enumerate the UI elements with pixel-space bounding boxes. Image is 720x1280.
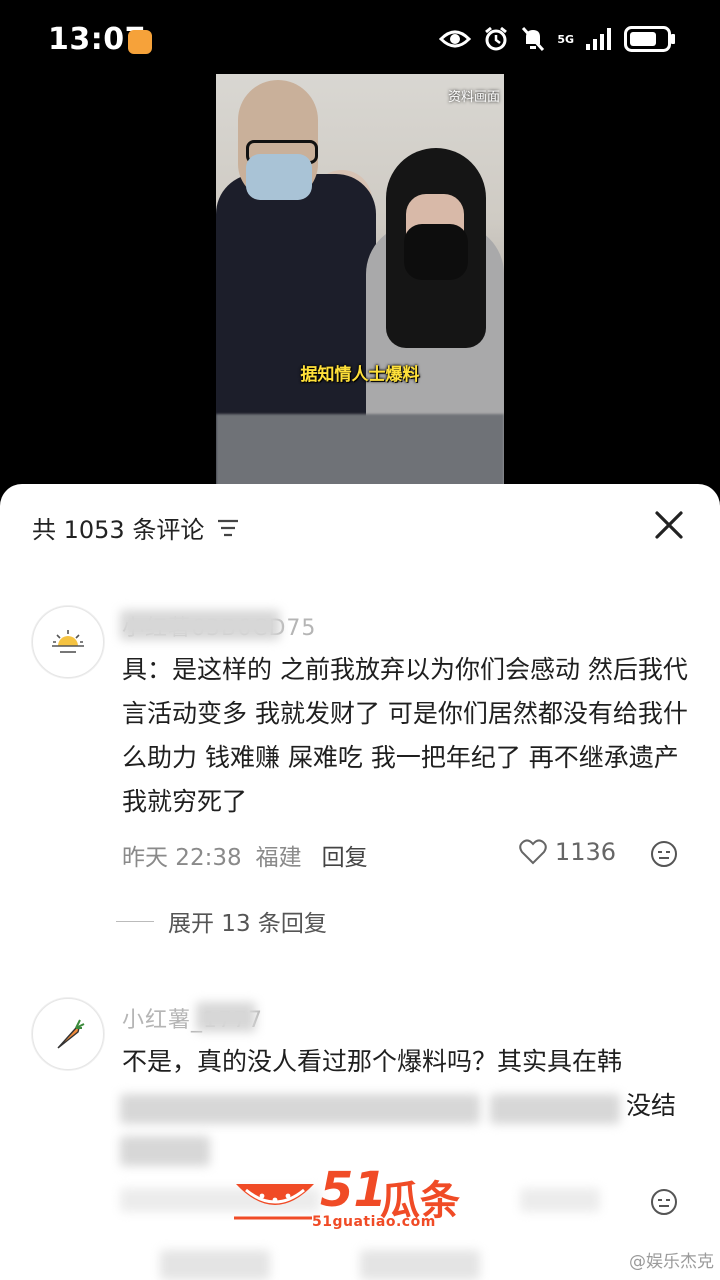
close-icon[interactable] bbox=[652, 508, 686, 542]
expand-replies-button[interactable]: 展开 13 条回复 bbox=[116, 904, 327, 938]
video-mask-right bbox=[404, 224, 468, 280]
like-count: 1136 bbox=[554, 838, 616, 866]
status-icons: 5G bbox=[439, 26, 676, 52]
react-face-icon[interactable] bbox=[650, 1188, 678, 1216]
heart-icon bbox=[519, 839, 547, 865]
video-lower-area bbox=[216, 414, 504, 488]
video-player[interactable]: 资料画面 据知情人士爆料 bbox=[216, 74, 504, 488]
sort-icon[interactable] bbox=[216, 518, 240, 538]
expand-divider bbox=[116, 920, 154, 922]
notification-app-icon bbox=[128, 30, 152, 54]
watermark-number: 51 bbox=[320, 1162, 387, 1218]
reply-button[interactable]: 回复 bbox=[322, 838, 368, 872]
comment-time: 昨天 22:38 bbox=[122, 845, 242, 871]
comments-sheet: 共 1053 条评论 小红薯63B6CD75 具：是这样的 之前我放弃以为你们会… bbox=[0, 484, 720, 1280]
site-watermark: 51 瓜条 51guatiao.com bbox=[232, 1162, 492, 1236]
video-mask-left bbox=[246, 154, 312, 200]
battery-icon bbox=[624, 26, 675, 52]
avatar[interactable] bbox=[32, 998, 104, 1070]
alarm-icon bbox=[485, 26, 508, 51]
next-comment-redaction bbox=[160, 1250, 270, 1280]
mute-icon bbox=[522, 26, 545, 52]
like-button[interactable]: 1136 bbox=[519, 838, 616, 866]
username-redaction bbox=[120, 610, 280, 640]
username-redaction bbox=[196, 1002, 256, 1032]
comment-text-line2-tail: 没结 bbox=[626, 1091, 677, 1120]
video-caption: 据知情人士爆料 bbox=[300, 365, 420, 385]
comments-count-title: 共 1053 条评论 bbox=[32, 516, 205, 544]
text-redaction bbox=[120, 1094, 480, 1124]
expand-replies-label: 展开 13 条回复 bbox=[168, 911, 327, 937]
status-bar: 13:07 5G bbox=[0, 0, 720, 84]
sun-icon bbox=[52, 630, 84, 653]
signal-icon bbox=[586, 28, 611, 50]
network-type: 5G bbox=[557, 34, 574, 45]
react-face-icon[interactable] bbox=[650, 840, 678, 868]
comment-text: 具：是这样的 之前我放弃以为你们会感动 然后我代言活动变多 我就发财了 可是你们… bbox=[122, 655, 688, 816]
comments-header: 共 1053 条评论 bbox=[32, 510, 240, 545]
text-redaction bbox=[120, 1136, 210, 1166]
text-redaction bbox=[490, 1094, 620, 1124]
watermark-url: 51guatiao.com bbox=[312, 1214, 436, 1230]
comment-meta: 昨天 22:38 福建 回复 bbox=[122, 838, 368, 872]
corner-watermark: @娱乐杰克 bbox=[629, 1252, 714, 1272]
network-label: 5G bbox=[557, 32, 574, 46]
video-corner-label: 资料画面 bbox=[447, 90, 500, 105]
meta-redaction bbox=[520, 1188, 600, 1212]
next-comment-redaction bbox=[360, 1250, 480, 1280]
comment-text-line1: 不是，真的没人看过那个爆料吗？其实具在韩 bbox=[122, 1047, 623, 1076]
carrot-icon bbox=[57, 1019, 85, 1049]
comment-location: 福建 bbox=[255, 845, 302, 871]
eye-icon bbox=[439, 30, 472, 48]
avatar[interactable] bbox=[32, 606, 104, 678]
watermelon-logo-icon bbox=[234, 1184, 314, 1220]
